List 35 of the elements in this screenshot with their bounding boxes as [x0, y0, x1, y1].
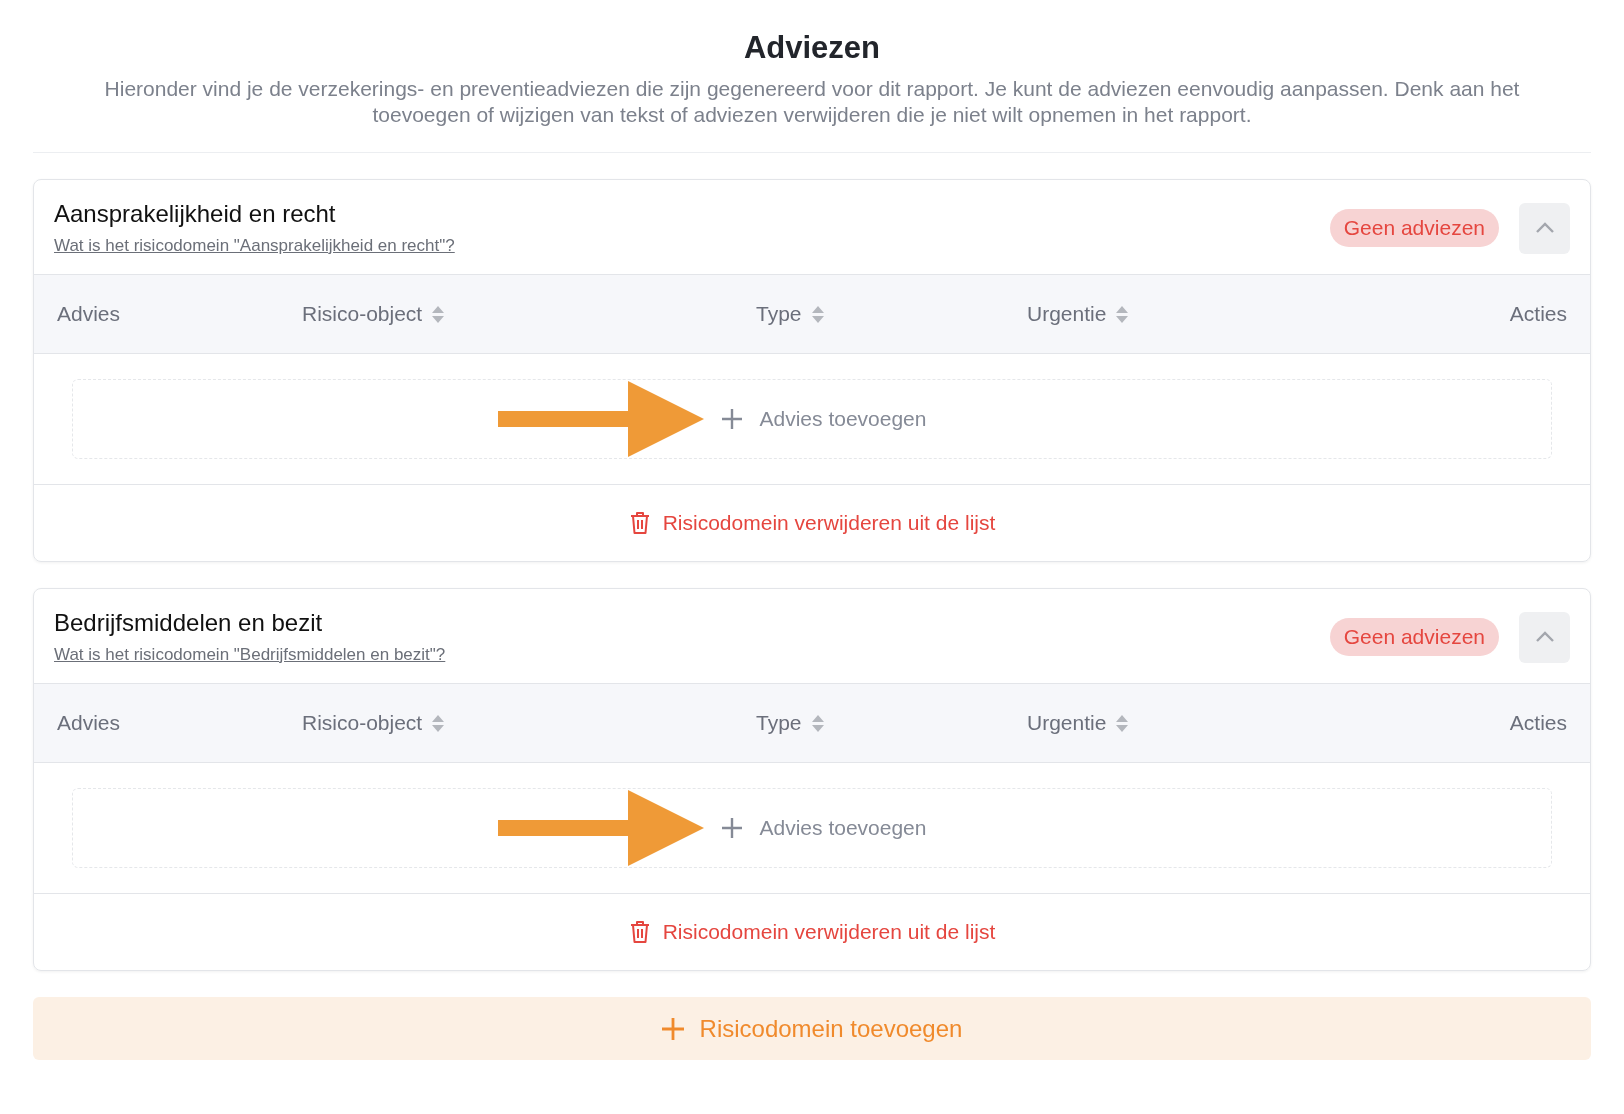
status-badge: Geen adviezen	[1329, 209, 1499, 247]
column-header[interactable]: Urgentie	[1027, 302, 1107, 326]
column-header: Acties	[1509, 302, 1567, 326]
trash-icon	[628, 920, 651, 944]
domain-title: Bedrijfsmiddelen en bezit	[54, 609, 324, 637]
sort-icon	[1116, 714, 1129, 732]
status-badge: Geen adviezen	[1329, 618, 1499, 656]
add-advice-button[interactable]: Advies toevoegen	[721, 816, 927, 840]
page-title: Adviezen	[742, 30, 882, 66]
column-header[interactable]: Type	[756, 302, 802, 326]
column-header[interactable]: Risico-object	[302, 302, 423, 326]
plus-icon	[661, 1017, 684, 1040]
sort-icon	[1116, 305, 1129, 323]
collapse-button[interactable]	[1519, 202, 1570, 254]
info-link[interactable]: Wat is het risicodomein "Bedrijfsmiddelen en bezit"?	[54, 645, 446, 665]
trash-icon	[628, 511, 651, 535]
plus-icon	[721, 818, 742, 838]
plus-icon	[721, 409, 742, 429]
column-header[interactable]: Urgentie	[1027, 711, 1107, 735]
page-description: Hieronder vind je de verzekerings- en preventieadviezen die zijn gegenereerd voor dit rapport. Je kunt de adviezen eenvoudig aanpassen. Denk aan het toevoegen of wijzigen van tekst of adviezen verwijderen die je niet wilt opnemen in het rapport.	[103, 76, 1521, 128]
sort-icon	[811, 714, 824, 732]
column-header[interactable]: Type	[756, 711, 802, 735]
column-header: Acties	[1509, 711, 1567, 735]
delete-domain-button[interactable]: Risicodomein verwijderen uit de lijst	[628, 511, 996, 535]
add-advice-button[interactable]: Advies toevoegen	[721, 407, 927, 431]
info-link[interactable]: Wat is het risicodomein "Aansprakelijkheid en recht"?	[54, 236, 455, 256]
column-header[interactable]: Risico-object	[302, 711, 423, 735]
sort-icon	[432, 714, 445, 732]
column-header: Advies	[57, 302, 121, 326]
sort-icon	[432, 305, 445, 323]
delete-domain-button[interactable]: Risicodomein verwijderen uit de lijst	[628, 920, 996, 944]
domain-title: Aansprakelijkheid en recht	[54, 200, 337, 228]
column-header: Advies	[57, 711, 121, 735]
collapse-button[interactable]	[1519, 611, 1570, 663]
sort-icon	[811, 305, 824, 323]
